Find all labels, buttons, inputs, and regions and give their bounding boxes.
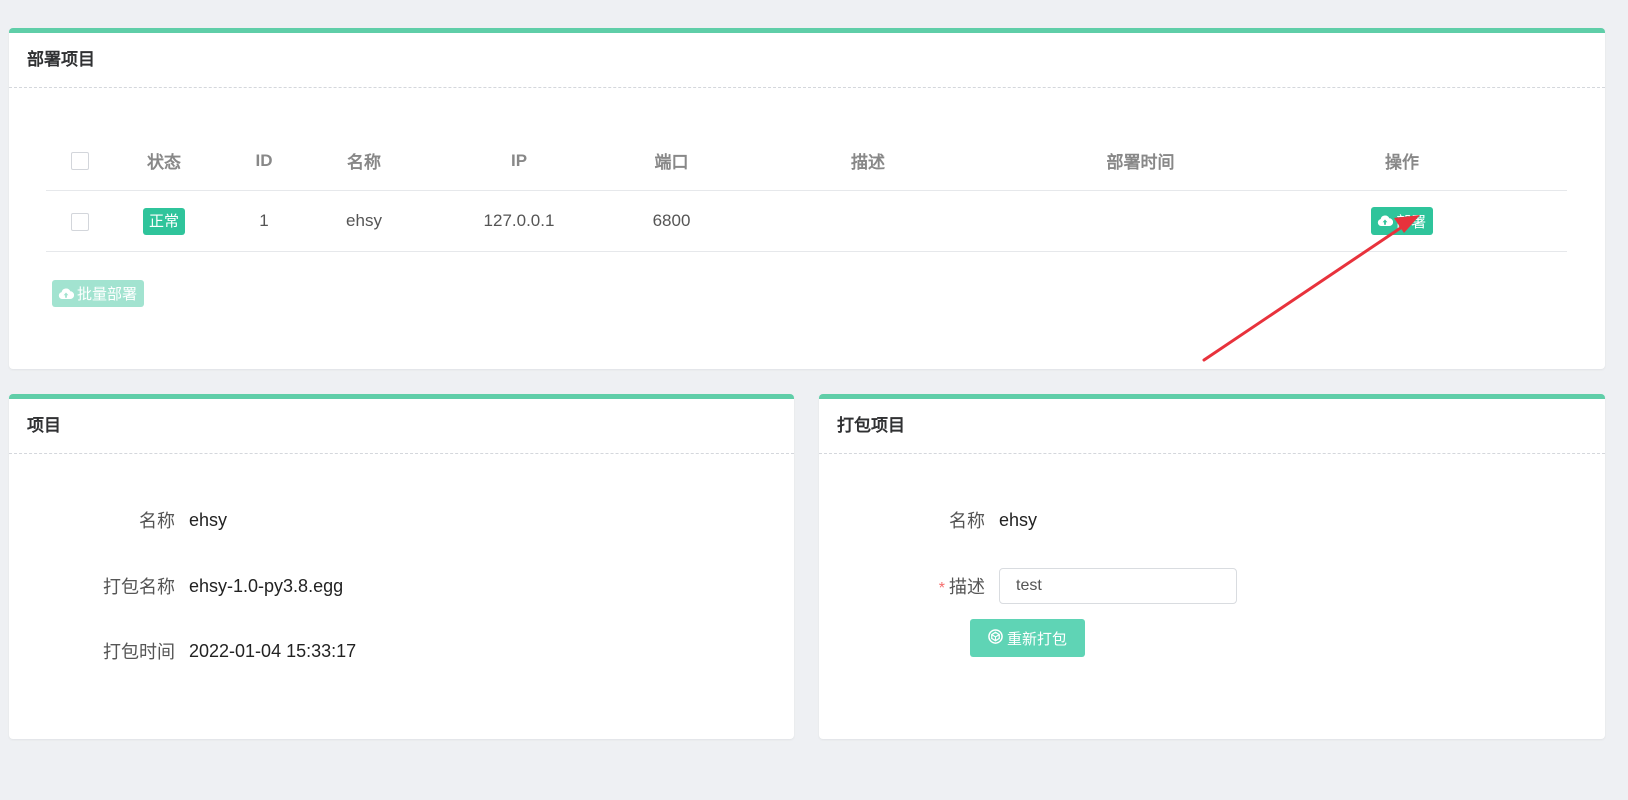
batch-deploy-button[interactable]: 批量部署	[52, 280, 145, 307]
package-time-value: 2022-01-04 15:33:17	[189, 640, 357, 661]
column-header-id: ID	[255, 150, 273, 170]
repack-button-label: 重新打包	[1006, 630, 1067, 648]
deploy-panel: 部署项目 状态 ID 名称 IP 端口 描述 部署时间 操作 正常 1 ehsy…	[9, 28, 1605, 369]
column-header-port: 端口	[654, 153, 689, 172]
panel-title: 项目	[9, 399, 794, 454]
table-header: 状态 ID 名称 IP 端口 描述 部署时间 操作	[46, 131, 1567, 191]
required-mark: *	[938, 580, 945, 597]
cloud-upload-icon	[58, 287, 74, 301]
repack-button[interactable]: 重新打包	[970, 619, 1085, 657]
deploy-button[interactable]: 部署	[1370, 207, 1433, 235]
package-icon	[988, 628, 1003, 648]
description-label: 描述	[949, 577, 985, 597]
package-project-name-label: 名称	[949, 511, 985, 531]
column-header-ip: IP	[510, 150, 528, 170]
panel-title: 打包项目	[819, 399, 1605, 454]
table-row: 正常 1 ehsy 127.0.0.1 6800 部署	[46, 191, 1567, 252]
description-row: * 描述	[819, 566, 1237, 606]
cell-port: 6800	[652, 211, 691, 230]
column-header-name: 名称	[347, 153, 381, 172]
package-time-label: 打包时间	[103, 642, 175, 662]
project-panel: 项目 名称 ehsy 打包名称 ehsy-1.0-py3.8.egg 打包时间 …	[9, 394, 794, 739]
package-panel: 打包项目 名称 ehsy *描述 重新打包	[819, 394, 1605, 739]
batch-deploy-label: 批量部署	[77, 286, 138, 303]
cell-id: 1	[259, 211, 269, 230]
cell-name: ehsy	[346, 211, 382, 230]
package-time-row: 打包时间 2022-01-04 15:33:17	[9, 631, 356, 671]
select-all-checkbox[interactable]	[71, 152, 89, 171]
column-header-op: 操作	[1385, 153, 1419, 172]
deploy-button-label: 部署	[1395, 213, 1426, 231]
status-badge: 正常	[142, 207, 185, 235]
package-name-label: 打包名称	[103, 577, 175, 597]
column-header-desc: 描述	[851, 153, 885, 172]
project-name-row: 名称 ehsy	[9, 500, 227, 540]
deploy-table: 状态 ID 名称 IP 端口 描述 部署时间 操作 正常 1 ehsy 127.…	[46, 131, 1567, 252]
cell-ip: 127.0.0.1	[483, 211, 555, 230]
row-checkbox[interactable]	[71, 212, 89, 231]
column-header-status: 状态	[147, 153, 181, 172]
project-name-value: ehsy	[189, 509, 228, 530]
column-header-time: 部署时间	[1106, 153, 1175, 172]
package-name-row: 打包名称 ehsy-1.0-py3.8.egg	[9, 566, 343, 606]
project-name-label: 名称	[139, 511, 175, 531]
description-input[interactable]	[999, 568, 1237, 604]
cloud-upload-icon	[1377, 214, 1393, 228]
panel-title: 部署项目	[9, 33, 1605, 88]
package-project-name-value: ehsy	[999, 509, 1038, 530]
package-project-name-row: 名称 ehsy	[819, 500, 1037, 540]
package-name-value: ehsy-1.0-py3.8.egg	[189, 575, 344, 596]
